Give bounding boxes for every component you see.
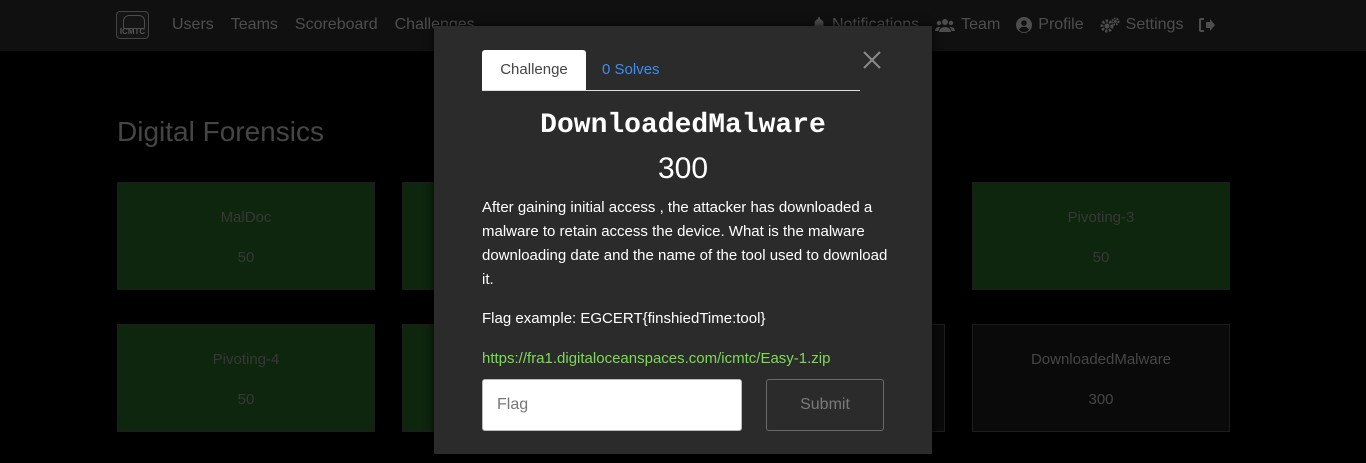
close-icon[interactable]	[860, 48, 884, 72]
challenge-name: DownloadedMalware	[540, 110, 826, 141]
flag-input[interactable]	[482, 379, 742, 431]
tab-solves[interactable]: 0 Solves	[602, 50, 660, 90]
tab-challenge[interactable]: Challenge	[482, 50, 586, 90]
challenge-modal: Challenge 0 Solves DownloadedMalware 300…	[434, 26, 932, 454]
submit-button[interactable]: Submit	[766, 379, 884, 431]
challenge-file-link[interactable]: https://fra1.digitaloceanspaces.com/icmt…	[482, 350, 831, 367]
modal-tabs: Challenge 0 Solves	[482, 50, 860, 91]
flag-example: Flag example: EGCERT{finshiedTime:tool}	[482, 310, 766, 327]
challenge-description: After gaining initial access , the attac…	[482, 199, 888, 288]
challenge-value: 300	[657, 152, 709, 185]
